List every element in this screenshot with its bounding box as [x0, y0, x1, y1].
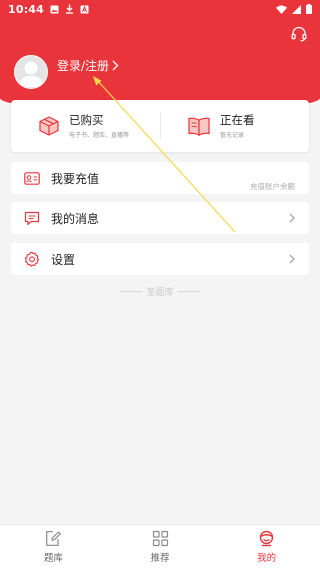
watching-subtitle: 暂无记录: [220, 132, 245, 139]
message-icon: [24, 211, 40, 225]
recharge-hint: 充值账户余额: [250, 182, 295, 191]
chevron-right-icon: [289, 213, 295, 223]
bottom-tab-bar: 题库 推荐 我的: [0, 524, 320, 568]
tab-recommend[interactable]: 推荐: [107, 525, 214, 568]
chevron-right-icon: [289, 254, 295, 264]
settings-label: 设置: [51, 252, 76, 267]
footer-brand-text: 圣题库: [146, 288, 174, 298]
watching-entry[interactable]: 正在看 暂无记录: [160, 100, 309, 152]
tab-recommend-label: 推荐: [150, 552, 170, 564]
login-register-link[interactable]: 登录/注册: [57, 57, 119, 74]
image-notification-icon: [50, 5, 59, 13]
grid-icon: [152, 530, 168, 546]
default-avatar-icon: [18, 61, 43, 87]
footer-watermark: 圣题库: [0, 285, 320, 298]
edit-note-icon: [45, 530, 61, 546]
battery-icon: [306, 4, 312, 14]
headset-icon[interactable]: [290, 25, 308, 43]
wifi-icon: [276, 5, 287, 14]
purchased-entry[interactable]: 已购买 电子书、题库、直播等: [11, 100, 160, 152]
tab-mine[interactable]: 我的: [213, 525, 320, 568]
app-notification-icon: [80, 5, 89, 13]
tab-question-bank-label: 题库: [43, 552, 63, 564]
status-bar: 10:44: [0, 0, 320, 18]
tab-mine-label: 我的: [257, 552, 277, 564]
settings-row[interactable]: 设置: [11, 243, 309, 275]
messages-row[interactable]: 我的消息: [11, 202, 309, 234]
purchased-title: 已购买: [69, 113, 104, 127]
recharge-label: 我要充值: [51, 171, 100, 186]
gear-icon: [24, 251, 40, 267]
signal-icon: [292, 4, 301, 14]
download-notification-icon: [66, 4, 74, 14]
login-register-label: 登录/注册: [57, 59, 110, 73]
tab-question-bank[interactable]: 题库: [0, 525, 107, 568]
footer-dash-right: [177, 291, 200, 292]
open-book-icon: [188, 117, 210, 136]
recharge-row[interactable]: 我要充值 充值账户余额: [11, 162, 309, 194]
footer-dash-left: [120, 291, 143, 292]
purchased-subtitle: 电子书、题库、直播等: [69, 132, 130, 139]
chevron-right-icon: [112, 60, 119, 71]
watching-title: 正在看: [220, 113, 255, 127]
package-box-icon: [39, 116, 59, 136]
avatar[interactable]: [14, 55, 48, 89]
id-card-icon: [24, 171, 40, 185]
summary-card: 已购买 电子书、题库、直播等 正在看 暂无记录: [11, 100, 309, 152]
messages-label: 我的消息: [51, 211, 100, 226]
status-time: 10:44: [8, 2, 45, 16]
user-face-icon: [259, 530, 274, 546]
